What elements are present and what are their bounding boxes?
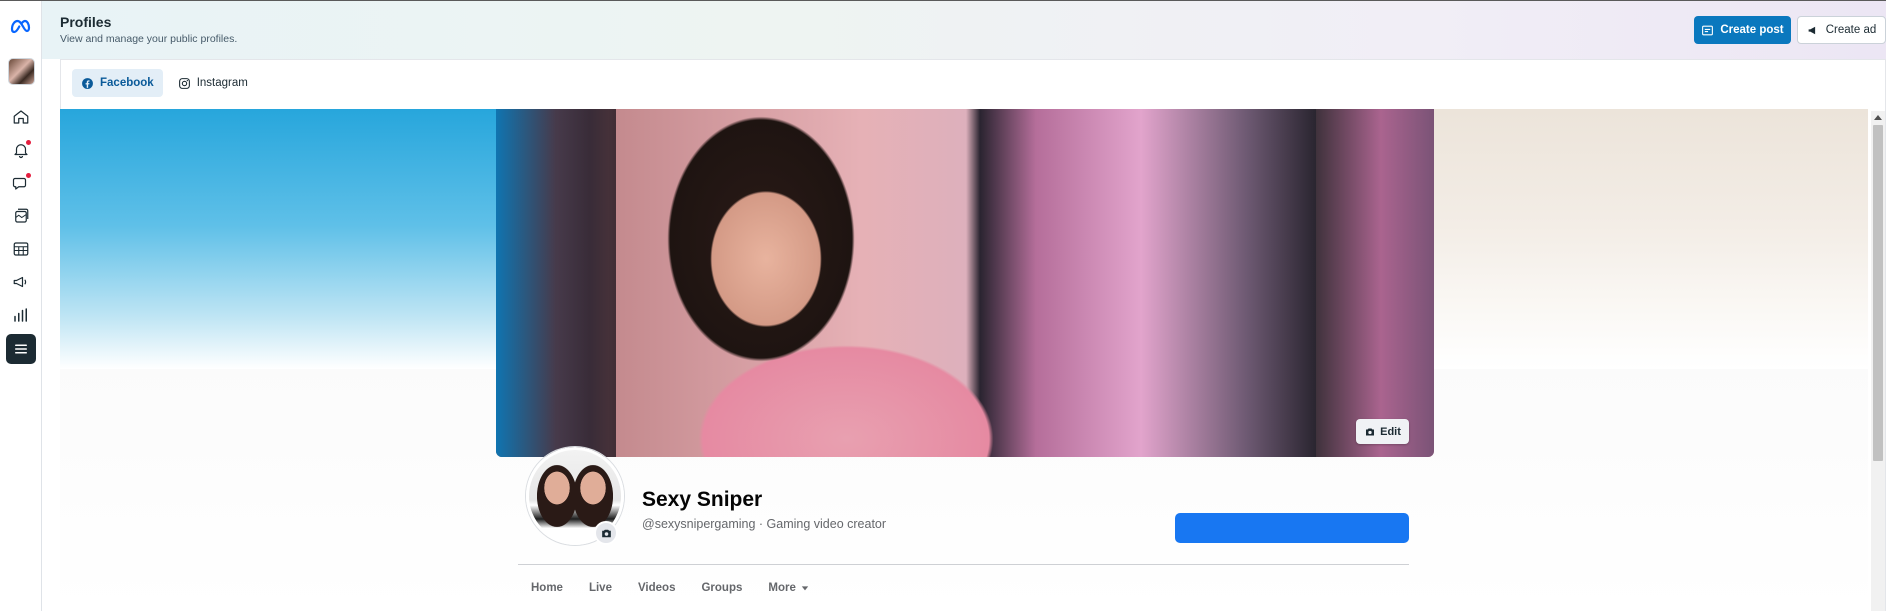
camera-icon: [601, 529, 611, 537]
cover-photo-image: [616, 109, 1316, 457]
create-post-label: Create post: [1720, 24, 1784, 36]
page-header: [42, 1, 1886, 59]
content-icon[interactable]: [9, 204, 33, 228]
profile-nav-home[interactable]: Home: [518, 576, 576, 600]
notifications-icon[interactable]: [9, 138, 33, 162]
cover-blur-left: [60, 109, 496, 369]
profile-nav-videos[interactable]: Videos: [625, 576, 689, 600]
menu-icon[interactable]: [6, 334, 36, 364]
account-avatar[interactable]: [8, 58, 35, 85]
camera-icon: [1366, 428, 1375, 435]
cover-blur-right: [1432, 109, 1868, 369]
meta-logo-icon[interactable]: [9, 15, 33, 39]
insights-icon[interactable]: [9, 303, 33, 327]
ads-icon[interactable]: [9, 270, 33, 294]
notification-badge: [26, 140, 31, 145]
instagram-icon: [178, 77, 190, 89]
tab-instagram[interactable]: Instagram: [169, 69, 257, 97]
inbox-icon[interactable]: [9, 171, 33, 195]
page-subtitle: View and manage your public profiles.: [60, 33, 238, 45]
profile-nav-more[interactable]: More: [755, 576, 821, 600]
tab-facebook-label: Facebook: [100, 77, 154, 89]
profile-nav-more-label: More: [768, 582, 796, 594]
profile-nav-groups[interactable]: Groups: [688, 576, 755, 600]
edit-cover-button[interactable]: Edit: [1356, 419, 1409, 444]
home-icon[interactable]: [9, 105, 33, 129]
profile-name: Sexy Sniper: [642, 488, 763, 511]
create-ad-label: Create ad: [1825, 24, 1877, 36]
left-rail: [0, 1, 42, 611]
create-ad-button[interactable]: Create ad: [1797, 16, 1886, 44]
edit-cover-label: Edit: [1380, 425, 1401, 438]
tab-instagram-label: Instagram: [196, 77, 248, 89]
cover-photo: [496, 109, 1434, 457]
profile-divider: [518, 564, 1409, 565]
megaphone-icon: [1808, 26, 1815, 34]
profile-nav-live[interactable]: Live: [576, 576, 625, 600]
inbox-badge: [26, 173, 31, 178]
planner-icon[interactable]: [9, 237, 33, 261]
cover-area: [60, 109, 1868, 611]
facebook-icon: [82, 77, 93, 89]
scrollbar-thumb[interactable]: [1873, 125, 1883, 461]
page-title: Profiles: [60, 14, 112, 30]
profile-nav: Home Live Videos Groups More: [518, 576, 822, 600]
caret-down-icon: [801, 586, 809, 591]
profile-handle: @sexysnipergaming · Gaming video creator: [642, 517, 887, 531]
update-profile-picture-button[interactable]: [594, 521, 618, 545]
platform-tabs: Facebook Instagram: [72, 69, 257, 97]
scroll-up-icon[interactable]: [1874, 115, 1882, 120]
tab-facebook[interactable]: Facebook: [72, 69, 163, 97]
post-icon: [1702, 25, 1714, 35]
profile-action-button[interactable]: [1175, 513, 1409, 543]
create-post-button[interactable]: Create post: [1694, 16, 1791, 44]
